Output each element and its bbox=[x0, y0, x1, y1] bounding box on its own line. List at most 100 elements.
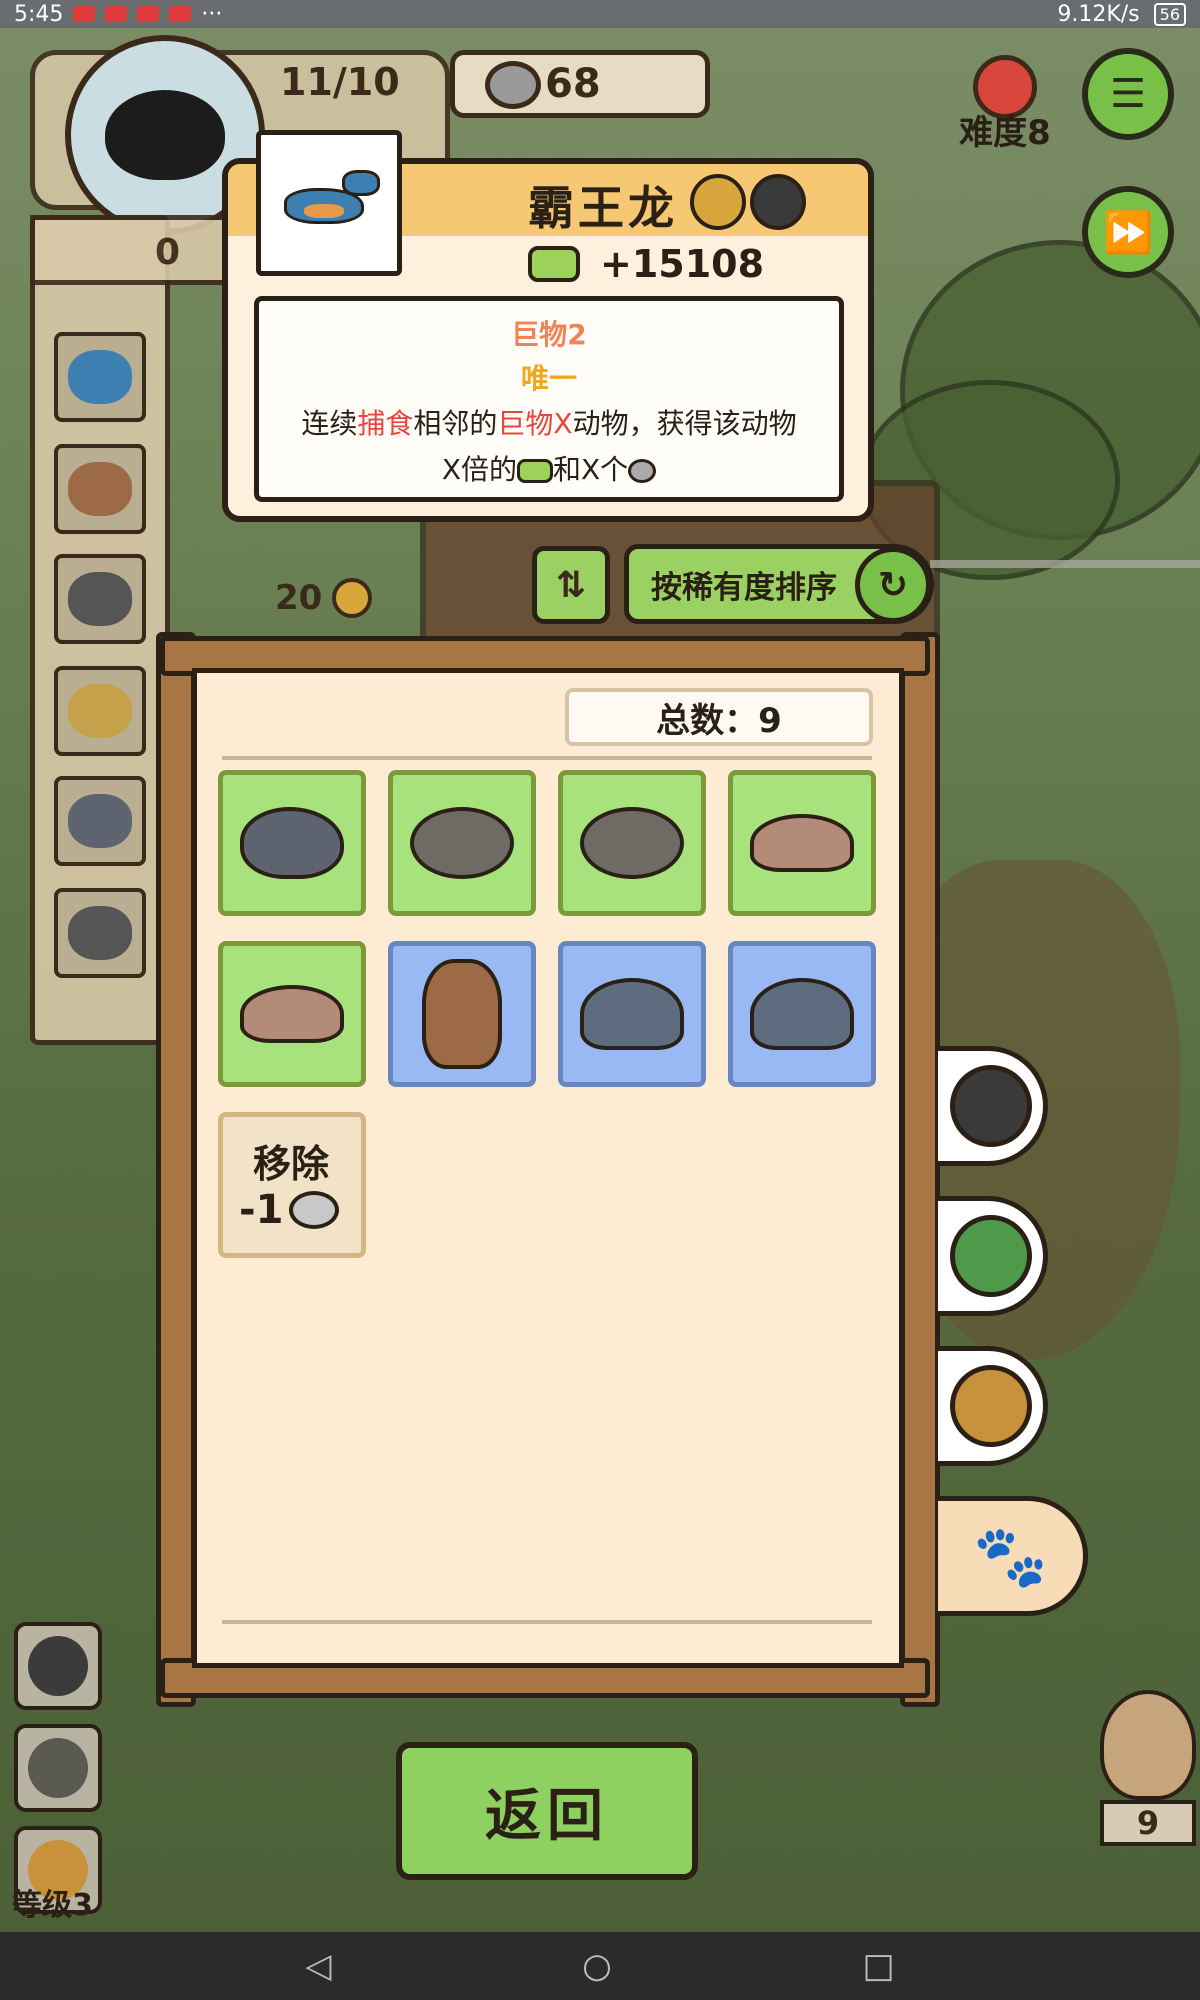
animal-info-tooltip: 霸王龙 +15108 巨物2 唯一 连续捕食相邻的巨物X动物，获得该动物 X倍的… bbox=[222, 130, 874, 522]
tab-paw[interactable]: 🐾 bbox=[938, 1496, 1088, 1616]
coin-counter: 68 bbox=[450, 50, 710, 118]
status-bar: 5:45 ··· 9.12K/s 56 bbox=[0, 0, 1200, 28]
notification-more: ··· bbox=[201, 1, 223, 27]
nav-home-icon[interactable]: ○ bbox=[582, 1946, 612, 1986]
animal-card-dilophosaurus[interactable] bbox=[388, 941, 536, 1087]
paw-count-value: 20 bbox=[275, 578, 323, 618]
animal-description: 巨物2 唯一 连续捕食相邻的巨物X动物，获得该动物 X倍的 和X个 bbox=[254, 296, 844, 502]
divider bbox=[222, 756, 872, 760]
board-left-pole bbox=[156, 632, 196, 1707]
sidebar-item-dilophosaurus[interactable] bbox=[54, 444, 146, 534]
rat-icon bbox=[240, 807, 344, 879]
skull-icon bbox=[949, 1365, 1032, 1447]
paw-icon: 🐾 bbox=[973, 1521, 1048, 1592]
animal-value-text: +15108 bbox=[600, 242, 765, 286]
bird-icon bbox=[28, 1738, 88, 1798]
status-time: 5:45 bbox=[14, 1, 64, 27]
dilophosaurus-icon bbox=[422, 959, 502, 1069]
green-bird-icon bbox=[949, 1215, 1032, 1297]
animal-card-sauropod[interactable] bbox=[728, 941, 876, 1087]
trait-tag-unique: 唯一 bbox=[520, 362, 577, 395]
tool-button-bird[interactable] bbox=[14, 1724, 102, 1812]
paw-icon bbox=[332, 578, 373, 618]
divider bbox=[222, 1620, 872, 1624]
difficulty-label: 难度8 bbox=[959, 113, 1051, 153]
cat-badge-icon bbox=[750, 174, 806, 230]
notification-icon bbox=[137, 6, 160, 22]
black-cat-icon bbox=[105, 90, 225, 180]
ankylosaurus-icon bbox=[240, 985, 344, 1043]
menu-button[interactable]: ☰ bbox=[1082, 48, 1174, 140]
owl-icon bbox=[1100, 1690, 1196, 1800]
animal-card-ankylosaurus[interactable] bbox=[218, 941, 366, 1087]
stone-icon bbox=[628, 459, 657, 483]
bowl-icon bbox=[485, 61, 541, 109]
sidebar-item-rock[interactable] bbox=[54, 888, 146, 978]
stage-counter: 11/10 bbox=[280, 60, 400, 104]
menu-icon: ☰ bbox=[1110, 71, 1146, 117]
refresh-icon: ↻ bbox=[855, 547, 931, 623]
coin-value: 68 bbox=[545, 61, 601, 107]
sidebar-item-rat[interactable] bbox=[54, 776, 146, 866]
sort-order-icon: ⇅ bbox=[555, 564, 587, 606]
network-speed: 9.12K/s bbox=[1057, 1, 1140, 27]
bowl-icon bbox=[289, 1191, 340, 1229]
total-count: 总数：9 bbox=[565, 688, 873, 746]
notification-icon bbox=[105, 6, 128, 22]
notification-icon bbox=[73, 6, 96, 22]
description-line-1: 连续捕食相邻的巨物X动物，获得该动物 bbox=[301, 407, 797, 440]
fast-forward-icon: ⏩ bbox=[1103, 209, 1153, 256]
trophy-icon bbox=[68, 684, 132, 738]
nav-back-icon[interactable]: ◁ bbox=[305, 1946, 331, 1986]
owl-character[interactable]: 9 bbox=[1100, 1690, 1200, 1850]
battery-level: 56 bbox=[1153, 2, 1186, 26]
rock-icon bbox=[410, 807, 514, 879]
sort-label: 按稀有度排序 bbox=[651, 569, 837, 606]
trex-icon bbox=[68, 350, 132, 404]
difficulty-indicator: 难度8 bbox=[950, 55, 1060, 153]
rock-icon bbox=[580, 807, 684, 879]
tooltip-animal-thumbnail bbox=[256, 130, 402, 276]
rat-icon bbox=[68, 794, 132, 848]
left-count-value: 0 bbox=[155, 232, 181, 273]
sauropod-icon bbox=[580, 978, 684, 1050]
rock-icon bbox=[68, 906, 132, 960]
nav-recents-icon[interactable]: □ bbox=[863, 1946, 895, 1986]
remove-cost: -1 bbox=[239, 1187, 340, 1233]
sort-direction-button[interactable]: ⇅ bbox=[532, 546, 610, 624]
animal-card-rock[interactable] bbox=[558, 770, 706, 916]
paw-counter: 20 bbox=[275, 578, 373, 618]
owl-count: 9 bbox=[1100, 1800, 1196, 1846]
cat-face-icon bbox=[28, 1636, 88, 1696]
sauropod-icon bbox=[750, 978, 854, 1050]
remove-label: 移除 bbox=[253, 1142, 330, 1186]
sidebar-item-trophy[interactable] bbox=[54, 666, 146, 756]
back-button[interactable]: 返回 bbox=[396, 1742, 698, 1880]
remove-button[interactable]: 移除 -1 bbox=[218, 1112, 366, 1258]
level-label: 等级3 bbox=[12, 1888, 93, 1923]
ankylosaurus-icon bbox=[750, 814, 854, 872]
description-line-2: X倍的 和X个 bbox=[259, 447, 839, 493]
animal-value: +15108 bbox=[528, 242, 764, 286]
fast-forward-button[interactable]: ⏩ bbox=[1082, 186, 1174, 278]
money-icon bbox=[517, 459, 553, 483]
cat-face-icon bbox=[949, 1065, 1032, 1147]
sidebar-item-rock[interactable] bbox=[54, 554, 146, 644]
board-right-pole bbox=[900, 632, 940, 1707]
sort-by-rarity-button[interactable]: 按稀有度排序 ↻ bbox=[624, 544, 934, 624]
animal-card-rat[interactable] bbox=[218, 770, 366, 916]
animal-card-ankylosaurus[interactable] bbox=[728, 770, 876, 916]
animal-name: 霸王龙 bbox=[528, 181, 678, 235]
system-nav-bar: ◁ ○ □ bbox=[0, 1932, 1200, 2000]
skull-badge-icon bbox=[690, 174, 746, 230]
trex-icon bbox=[274, 168, 384, 238]
animal-card-rock[interactable] bbox=[388, 770, 536, 916]
trait-tag-giant: 巨物2 bbox=[511, 318, 587, 351]
remove-cost-value: -1 bbox=[239, 1187, 284, 1233]
animal-card-sauropod[interactable] bbox=[558, 941, 706, 1087]
dilophosaurus-icon bbox=[68, 462, 132, 516]
rock-icon bbox=[68, 572, 132, 626]
sidebar-item-trex[interactable] bbox=[54, 332, 146, 422]
money-icon bbox=[528, 246, 580, 282]
tool-button-cat[interactable] bbox=[14, 1622, 102, 1710]
